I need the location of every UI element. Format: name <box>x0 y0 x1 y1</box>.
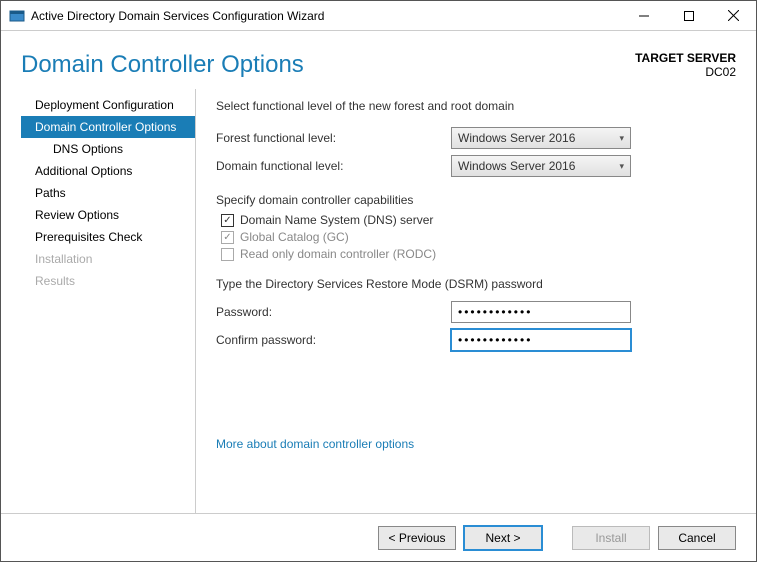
minimize-button[interactable] <box>621 1 666 31</box>
chevron-down-icon: ▾ <box>619 133 624 144</box>
dns-checkbox[interactable] <box>221 214 234 227</box>
confirm-password-input[interactable] <box>451 329 631 351</box>
close-button[interactable] <box>711 1 756 31</box>
content-pane: Select functional level of the new fores… <box>196 89 756 513</box>
target-server-info: TARGET SERVER DC02 <box>635 51 736 79</box>
footer: < Previous Next > Install Cancel <box>1 513 756 561</box>
gc-checkbox <box>221 231 234 244</box>
previous-button[interactable]: < Previous <box>378 526 456 550</box>
header: Domain Controller Options TARGET SERVER … <box>1 31 756 89</box>
wizard-window: Active Directory Domain Services Configu… <box>0 0 757 562</box>
window-title: Active Directory Domain Services Configu… <box>31 9 621 23</box>
dns-checkbox-label: Domain Name System (DNS) server <box>240 213 433 227</box>
capabilities-label: Specify domain controller capabilities <box>216 193 731 207</box>
target-server-label: TARGET SERVER <box>635 51 736 65</box>
rodc-checkbox <box>221 248 234 261</box>
nav-sidebar: Deployment Configuration Domain Controll… <box>21 89 196 513</box>
domain-level-dropdown[interactable]: Windows Server 2016 ▾ <box>451 155 631 177</box>
domain-level-label: Domain functional level: <box>216 159 451 173</box>
dsrm-intro: Type the Directory Services Restore Mode… <box>216 277 731 291</box>
page-title: Domain Controller Options <box>21 51 304 79</box>
more-about-link[interactable]: More about domain controller options <box>216 437 414 451</box>
titlebar: Active Directory Domain Services Configu… <box>1 1 756 31</box>
body: Deployment Configuration Domain Controll… <box>1 89 756 513</box>
maximize-button[interactable] <box>666 1 711 31</box>
nav-review-options[interactable]: Review Options <box>21 204 195 226</box>
target-server-name: DC02 <box>635 65 736 79</box>
install-button: Install <box>572 526 650 550</box>
nav-installation: Installation <box>21 248 195 270</box>
forest-level-dropdown[interactable]: Windows Server 2016 ▾ <box>451 127 631 149</box>
cancel-button[interactable]: Cancel <box>658 526 736 550</box>
nav-additional-options[interactable]: Additional Options <box>21 160 195 182</box>
next-button[interactable]: Next > <box>464 526 542 550</box>
nav-results: Results <box>21 270 195 292</box>
gc-checkbox-label: Global Catalog (GC) <box>240 230 349 244</box>
nav-domain-controller-options[interactable]: Domain Controller Options <box>21 116 195 138</box>
app-icon <box>9 8 25 24</box>
confirm-password-label: Confirm password: <box>216 333 451 347</box>
domain-level-value: Windows Server 2016 <box>458 159 575 173</box>
forest-level-value: Windows Server 2016 <box>458 131 575 145</box>
nav-dns-options[interactable]: DNS Options <box>21 138 195 160</box>
rodc-checkbox-label: Read only domain controller (RODC) <box>240 247 436 261</box>
nav-paths[interactable]: Paths <box>21 182 195 204</box>
password-input[interactable] <box>451 301 631 323</box>
forest-level-label: Forest functional level: <box>216 131 451 145</box>
chevron-down-icon: ▾ <box>619 161 624 172</box>
password-label: Password: <box>216 305 451 319</box>
nav-deployment-configuration[interactable]: Deployment Configuration <box>21 94 195 116</box>
functional-level-intro: Select functional level of the new fores… <box>216 99 731 113</box>
nav-prerequisites-check[interactable]: Prerequisites Check <box>21 226 195 248</box>
